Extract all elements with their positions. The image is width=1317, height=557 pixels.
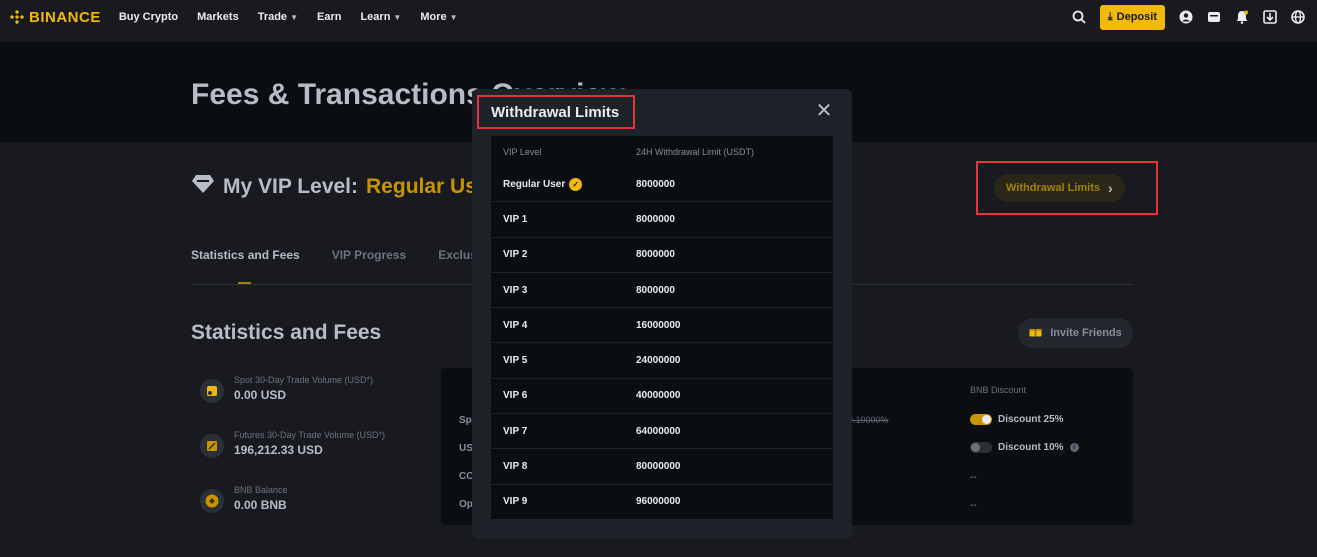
spot-icon [200, 379, 224, 403]
vip-level-cell: VIP 5 [503, 355, 528, 367]
info-icon[interactable]: i [1069, 443, 1079, 452]
chevron-right-icon: › [1108, 180, 1113, 196]
fee-row-label: US [459, 443, 473, 454]
vip-level-cell: VIP 2 [503, 249, 528, 261]
stat-label: BNB Balance [234, 485, 288, 495]
gift-icon [1029, 326, 1042, 340]
vip-level-cell: VIP 4 [503, 319, 528, 331]
table-header: VIP Level 24H Withdrawal Limit (USDT) [491, 136, 833, 167]
withdrawal-limits-table: VIP Level 24H Withdrawal Limit (USDT) Re… [491, 136, 833, 520]
stat-value: 0.00 USD [234, 388, 287, 402]
vip-level-prefix: My VIP Level: [223, 175, 359, 198]
modal-title: Withdrawal Limits [477, 95, 635, 129]
chevron-down-icon: ▼ [290, 12, 298, 22]
invite-friends-button[interactable]: Invite Friends [1018, 318, 1133, 348]
search-icon[interactable] [1072, 10, 1086, 24]
table-row: VIP 6 40000000 [491, 378, 833, 415]
bell-icon[interactable] [1235, 10, 1249, 24]
nav-learn[interactable]: Learn ▼ [360, 11, 401, 23]
stat-label: Spot 30-Day Trade Volume (USD*) [234, 375, 374, 385]
discount-toggle-off[interactable] [970, 442, 992, 453]
diamond-icon [191, 174, 215, 200]
nav-trade[interactable]: Trade ▼ [258, 11, 298, 23]
close-icon[interactable]: ✕ [815, 101, 833, 121]
table-row: VIP 1 8000000 [491, 202, 833, 238]
download-icon[interactable] [1263, 10, 1277, 24]
section-title: Statistics and Fees [191, 321, 382, 344]
vip-level-cell: VIP 9 [503, 496, 528, 508]
vip-level-cell: VIP 7 [503, 425, 528, 437]
verified-badge-icon: ✓ [569, 177, 583, 191]
futures-icon [200, 434, 224, 458]
tab-bar: Statistics and Fees VIP Progress Exclusi… [191, 248, 494, 262]
vip-level-cell: VIP 8 [503, 461, 528, 473]
binance-logo-icon [10, 10, 24, 24]
discount-25-row: Discount 25% [970, 414, 1064, 425]
limit-cell: 64000000 [636, 425, 681, 437]
nav-right-group: ⤓ Deposit [1072, 0, 1305, 34]
limit-cell: 96000000 [636, 496, 681, 508]
user-icon[interactable] [1179, 10, 1193, 24]
table-row: VIP 2 8000000 [491, 237, 833, 273]
table-row: VIP 5 24000000 [491, 343, 833, 379]
stat-label: Futures 30-Day Trade Volume (USD*) [234, 430, 386, 440]
globe-icon[interactable] [1291, 10, 1305, 24]
empty-value: -- [970, 500, 977, 511]
withdrawal-limits-modal: Withdrawal Limits ✕ VIP Level 24H Withdr… [472, 89, 852, 539]
vip-level-cell: VIP 3 [503, 284, 528, 296]
fee-row-label: Sp [459, 415, 472, 426]
stat-value: 196,212.33 USD [234, 443, 323, 457]
discount-10-row: Discount 10% i [970, 442, 1079, 453]
binance-logo[interactable]: BINANCE [10, 9, 101, 26]
vip-level-cell: VIP 6 [503, 390, 528, 402]
bnb-discount-header: BNB Discount [970, 385, 1027, 395]
withdrawal-limits-button[interactable]: Withdrawal Limits › [994, 174, 1125, 202]
nav-earn[interactable]: Earn [317, 11, 341, 23]
limit-cell: 8000000 [636, 284, 675, 296]
deposit-button[interactable]: ⤓ Deposit [1099, 4, 1165, 30]
top-nav: BINANCE Buy Crypto Markets Trade ▼ Earn L… [0, 0, 1317, 34]
nav-buy-crypto[interactable]: Buy Crypto [119, 11, 178, 23]
stat-value: 0.00 BNB [234, 498, 287, 512]
chevron-down-icon: ▼ [393, 12, 402, 22]
stat-spot-volume: Spot 30-Day Trade Volume (USD*) 0.00 USD [200, 375, 373, 403]
vip-level-row: My VIP Level: Regular User [191, 174, 497, 200]
bnb-icon [200, 489, 224, 513]
limit-cell: 8000000 [636, 213, 675, 225]
stat-bnb-balance: BNB Balance 0.00 BNB [200, 485, 288, 513]
nav-more[interactable]: More ▼ [420, 11, 457, 23]
wallet-icon[interactable] [1207, 10, 1221, 24]
limit-cell: 16000000 [636, 319, 681, 331]
fee-row-label: Op [459, 499, 473, 510]
tab-vip-progress[interactable]: VIP Progress [332, 248, 406, 262]
empty-value: -- [970, 472, 977, 483]
vip-level-cell: Regular User [503, 178, 566, 190]
table-row: Regular User ✓ 8000000 [491, 167, 833, 203]
vip-level-cell: VIP 1 [503, 213, 528, 225]
column-header-vip-level: VIP Level [503, 146, 542, 157]
limit-cell: 24000000 [636, 355, 681, 367]
stat-futures-volume: Futures 30-Day Trade Volume (USD*) 196,2… [200, 430, 385, 458]
limit-cell: 8000000 [636, 178, 675, 190]
column-header-limit: 24H Withdrawal Limit (USDT) [636, 146, 755, 157]
limit-cell: 8000000 [636, 249, 675, 261]
tab-statistics-and-fees[interactable]: Statistics and Fees [191, 248, 300, 262]
table-row: VIP 4 16000000 [491, 308, 833, 344]
download-arrow-icon: ⤓ [1107, 10, 1113, 23]
table-row: VIP 8 80000000 [491, 449, 833, 485]
original-fee-rate: 0.10000% [848, 415, 889, 425]
limit-cell: 40000000 [636, 390, 681, 402]
table-row: VIP 3 8000000 [491, 272, 833, 309]
discount-toggle-on[interactable] [970, 414, 992, 425]
table-row: VIP 7 64000000 [491, 414, 833, 450]
chevron-down-icon: ▼ [449, 12, 458, 22]
nav-markets[interactable]: Markets [197, 11, 239, 23]
logo-text: BINANCE [29, 8, 101, 26]
limit-cell: 80000000 [636, 461, 681, 473]
table-row: VIP 9 96000000 [491, 484, 833, 520]
